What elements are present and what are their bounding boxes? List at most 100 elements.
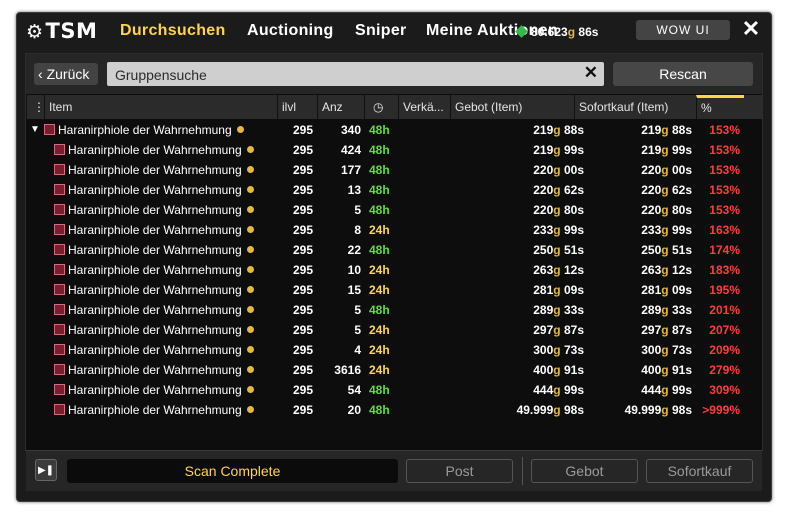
search-input[interactable] [113, 64, 577, 86]
tsm-logo: ⚙TSM [26, 19, 97, 43]
bid-gold-unit: g [553, 123, 561, 137]
time-cell: 48h [369, 143, 390, 157]
item-name-cell: Haranirphiole der Wahrnehmung [54, 260, 286, 280]
table-row[interactable]: Haranirphiole der Wahrnehmung 295 54 48h 444… [26, 380, 762, 400]
divider [522, 457, 523, 485]
buyout-button[interactable]: Sofortkauf [646, 459, 753, 483]
bid-gold-unit: g [553, 263, 561, 277]
column-buyout[interactable]: Sofortkauf (Item) [574, 95, 696, 119]
buyout-cell: 49.999g 98s [586, 400, 692, 420]
pct-cell: >999% [702, 403, 740, 417]
browse-panel: ‹ Zurück ✕ Rescan ⋮ Item ilvl Anz ◷ Verk… [25, 53, 763, 491]
bid-button[interactable]: Gebot [531, 459, 638, 483]
buyout-gold: 219 [641, 123, 662, 137]
item-name-cell: Haranirphiole der Wahrnehmung [54, 320, 286, 340]
chevron-left-icon: ‹ [38, 66, 47, 82]
bid-silver: 00s [563, 163, 584, 177]
buyout-silver: 09s [671, 283, 692, 297]
wow-ui-button[interactable]: WOW UI [636, 20, 730, 40]
column-seller[interactable]: Verkä... [398, 95, 450, 119]
tab-auctioning[interactable]: Auctioning [247, 22, 334, 40]
column-qty[interactable]: Anz [317, 95, 364, 119]
clear-icon[interactable]: ✕ [584, 63, 598, 83]
table-row[interactable]: Haranirphiole der Wahrnehmung 295 15 24h 281… [26, 280, 762, 300]
buyout-silver: 00s [671, 163, 692, 177]
gold-readout: 80.623g 86s [515, 25, 599, 39]
column-bid[interactable]: Gebot (Item) [450, 95, 574, 119]
ilvl-cell: 295 [292, 163, 313, 177]
bid-gold-unit: g [553, 203, 561, 217]
bid-cell: 233g 99s [426, 220, 584, 240]
table-row[interactable]: Haranirphiole der Wahrnehmung 295 5 48h 220g… [26, 200, 762, 220]
silver-amount: 86s [578, 25, 599, 39]
buyout-silver: 33s [671, 303, 692, 317]
column-pct[interactable]: % [696, 95, 744, 119]
column-item[interactable]: Item [44, 95, 277, 119]
table-row[interactable]: Haranirphiole der Wahrnehmung 295 4 24h 300g… [26, 340, 762, 360]
quality-icon [246, 326, 254, 333]
table-row[interactable]: Haranirphiole der Wahrnehmung 295 10 24h 263… [26, 260, 762, 280]
item-icon [54, 344, 65, 355]
ilvl-cell: 295 [292, 343, 313, 357]
tab-sniper[interactable]: Sniper [355, 22, 407, 40]
bid-cell: 444g 99s [426, 380, 584, 400]
qty-cell: 424 [340, 143, 361, 157]
gold-unit: g [567, 25, 576, 39]
back-button[interactable]: ‹ Zurück [34, 63, 98, 85]
item-name: Haranirphiole der Wahrnehmung [68, 223, 242, 237]
buyout-gold: 219 [641, 143, 662, 157]
bid-gold-unit: g [553, 163, 561, 177]
buyout-silver: 80s [671, 203, 692, 217]
item-name-cell: Haranirphiole der Wahrnehmung [54, 300, 286, 320]
pct-cell: 279% [709, 363, 740, 377]
bid-gold-unit: g [553, 183, 561, 197]
post-button[interactable]: Post [406, 459, 513, 483]
rescan-button[interactable]: Rescan [613, 62, 753, 86]
pct-cell: 201% [709, 303, 740, 317]
close-icon[interactable]: ✕ [739, 17, 763, 41]
pct-cell: 153% [709, 203, 740, 217]
clock-icon: ◷ [373, 100, 384, 114]
bid-cell: 220g 62s [426, 180, 584, 200]
buyout-gold-unit: g [661, 343, 669, 357]
table-row[interactable]: Haranirphiole der Wahrnehmung 295 3616 24h 4… [26, 360, 762, 380]
column-ilvl[interactable]: ilvl [277, 95, 317, 119]
expand-caret-icon[interactable]: ▼ [30, 120, 40, 140]
bid-silver: 73s [563, 343, 584, 357]
buyout-gold-unit: g [661, 183, 669, 197]
table-row[interactable]: Haranirphiole der Wahrnehmung 295 20 48h 49.… [26, 400, 762, 420]
table-row[interactable]: Haranirphiole der Wahrnehmung 295 5 48h 289g… [26, 300, 762, 320]
table-row[interactable]: Haranirphiole der Wahrnehmung 295 424 48h 21… [26, 140, 762, 160]
column-time[interactable]: ◷ [364, 95, 398, 119]
table-row[interactable]: Haranirphiole der Wahrnehmung 295 177 48h 22… [26, 160, 762, 180]
time-cell: 48h [369, 303, 390, 317]
quality-icon [246, 346, 254, 353]
buyout-silver: 87s [671, 323, 692, 337]
time-cell: 24h [369, 363, 390, 377]
bid-silver: 33s [563, 303, 584, 317]
buyout-silver: 91s [671, 363, 692, 377]
pct-cell: 183% [709, 263, 740, 277]
bid-silver: 99s [563, 383, 584, 397]
table-row[interactable]: Haranirphiole der Wahrnehmung 295 22 48h 250… [26, 240, 762, 260]
table-row[interactable]: Haranirphiole der Wahrnehmung 295 8 24h 233g… [26, 220, 762, 240]
buyout-gold: 400 [641, 363, 662, 377]
quality-icon [246, 286, 254, 293]
scan-status: Scan Complete [67, 459, 398, 483]
ilvl-cell: 295 [292, 283, 313, 297]
buyout-gold: 444 [641, 383, 662, 397]
logo-text: TSM [45, 19, 98, 43]
table-row[interactable]: ▼ Haranirphiole der Wahrnehmung 295 340 48h 2… [26, 120, 762, 140]
gold-icon [515, 25, 528, 38]
bid-gold: 220 [533, 183, 554, 197]
bid-gold: 400 [533, 363, 554, 377]
table-row[interactable]: Haranirphiole der Wahrnehmung 295 13 48h 220… [26, 180, 762, 200]
tab-durchsuchen[interactable]: Durchsuchen [120, 22, 226, 40]
tsm-window: ⚙TSM Durchsuchen Auctioning Sniper Meine… [16, 12, 772, 502]
column-menu-icon[interactable]: ⋮ [26, 95, 44, 119]
table-row[interactable]: Haranirphiole der Wahrnehmung 295 5 24h 297g… [26, 320, 762, 340]
pause-play-icon[interactable]: ▶❚ [35, 459, 57, 481]
back-label: Zurück [46, 66, 90, 82]
bid-cell: 219g 99s [426, 140, 584, 160]
bid-gold: 219 [533, 123, 554, 137]
